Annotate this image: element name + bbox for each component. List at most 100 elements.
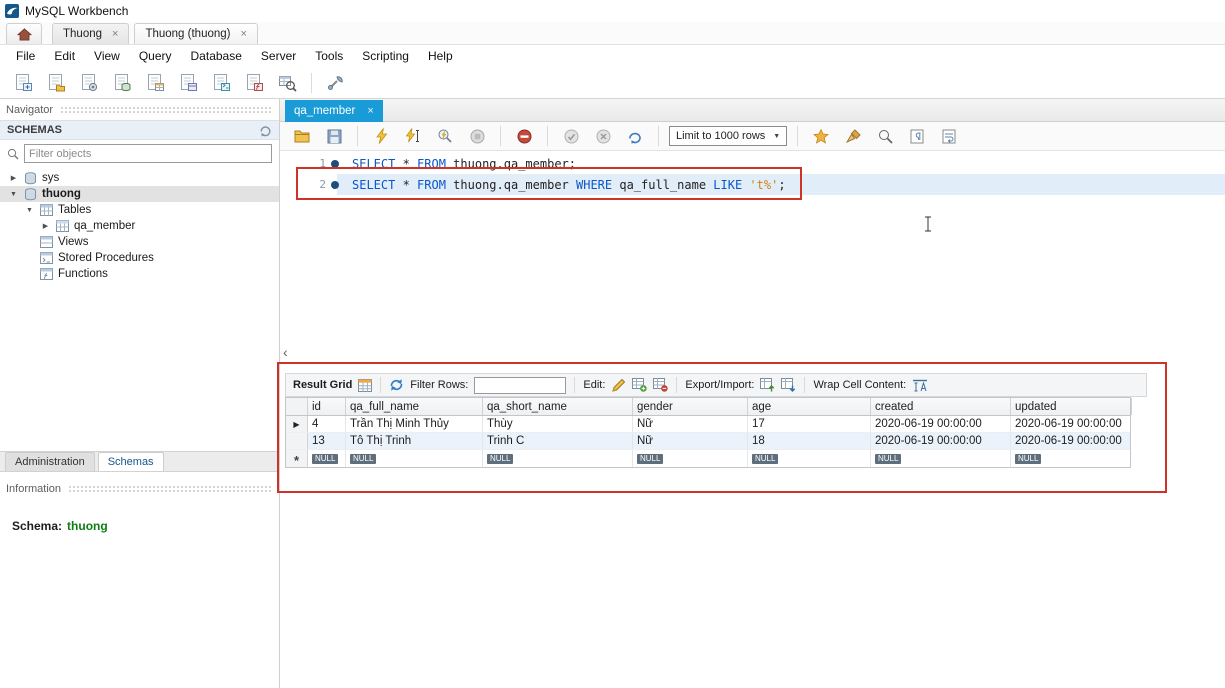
open-script-button[interactable] (289, 124, 315, 149)
invisible-chars-toggle[interactable] (904, 124, 930, 149)
expand-icon[interactable]: ▶ (8, 174, 19, 182)
cell-qa-full-name[interactable]: Trần Thị Minh Thủy (346, 416, 483, 432)
menu-edit[interactable]: Edit (45, 46, 85, 66)
cell-updated[interactable]: NULL (1011, 450, 1132, 467)
cell-gender[interactable]: Nữ (633, 433, 748, 449)
row-selector[interactable]: ▶ (286, 416, 308, 432)
delete-row-icon[interactable] (653, 378, 669, 392)
search-table-data-button[interactable] (274, 70, 300, 95)
new-sql-tab-button[interactable] (10, 70, 36, 95)
explain-button[interactable] (432, 124, 458, 149)
create-function-button[interactable] (241, 70, 267, 95)
close-icon[interactable]: × (367, 105, 373, 117)
cell-id[interactable]: NULL (308, 450, 346, 467)
col-header-created[interactable]: created (871, 398, 1011, 415)
cell-updated[interactable]: 2020-06-19 00:00:00 (1011, 416, 1132, 432)
commit-button[interactable] (558, 124, 584, 149)
tree-item-thuong[interactable]: ▼ thuong (0, 186, 279, 202)
doc-tab-thuong[interactable]: Thuong × (52, 23, 130, 44)
save-script-button[interactable] (321, 124, 347, 149)
cell-created[interactable]: 2020-06-19 00:00:00 (871, 433, 1011, 449)
sql-line-2[interactable]: 2 SELECT * FROM thuong.qa_member WHERE q… (280, 174, 1225, 195)
sql-code-editor[interactable]: 1 SELECT * FROM thuong.qa_member; 2 SELE… (280, 151, 1225, 351)
find-button[interactable] (872, 124, 898, 149)
menu-file[interactable]: File (7, 46, 45, 66)
create-schema-button[interactable] (109, 70, 135, 95)
stop-button[interactable] (464, 124, 490, 149)
filter-rows-input[interactable] (474, 376, 567, 394)
tree-item-views[interactable]: Views (0, 234, 279, 250)
execute-button[interactable] (368, 124, 394, 149)
query-tab-qa-member[interactable]: qa_member × (285, 100, 383, 122)
insert-row-icon[interactable] (632, 378, 648, 392)
col-header-updated[interactable]: updated (1011, 398, 1132, 415)
cell-qa-full-name[interactable]: NULL (346, 450, 483, 467)
doc-tab-thuong-thuong[interactable]: Thuong (thuong) × (134, 23, 258, 44)
col-header-qa-full-name[interactable]: qa_full_name (346, 398, 483, 415)
create-view-button[interactable] (175, 70, 201, 95)
limit-rows-dropdown[interactable]: Limit to 1000 rows ▼ (669, 126, 788, 146)
inspector-button[interactable] (76, 70, 102, 95)
menu-scripting[interactable]: Scripting (353, 46, 419, 66)
cell-qa-full-name[interactable]: Tô Thị Trinh (346, 433, 483, 449)
cell-age[interactable]: NULL (748, 450, 871, 467)
col-header-age[interactable]: age (748, 398, 871, 415)
tree-item-stored-procedures[interactable]: Stored Procedures (0, 250, 279, 266)
cell-age[interactable]: 17 (748, 416, 871, 432)
col-header-id[interactable]: id (308, 398, 346, 415)
create-table-button[interactable] (142, 70, 168, 95)
menu-view[interactable]: View (85, 46, 130, 66)
col-header-selector[interactable] (286, 398, 308, 415)
wrap-text-toggle[interactable] (936, 124, 962, 149)
menu-server[interactable]: Server (252, 46, 306, 66)
cell-qa-short-name[interactable]: Trinh C (483, 433, 633, 449)
menu-help[interactable]: Help (419, 46, 463, 66)
cell-id[interactable]: 13 (308, 433, 346, 449)
collapse-icon[interactable]: ▼ (8, 191, 19, 198)
stop-on-error-toggle[interactable] (511, 124, 537, 149)
panel-collapse-arrow[interactable]: ‹ (283, 345, 288, 359)
cell-gender[interactable]: NULL (633, 450, 748, 467)
menu-tools[interactable]: Tools (306, 46, 353, 66)
home-tab[interactable] (6, 23, 42, 44)
create-procedure-button[interactable] (208, 70, 234, 95)
row-selector[interactable]: * (286, 450, 308, 467)
col-header-gender[interactable]: gender (633, 398, 748, 415)
refresh-results-icon[interactable] (389, 378, 404, 392)
cell-gender[interactable]: Nữ (633, 416, 748, 432)
close-icon[interactable]: × (241, 28, 247, 40)
wrap-cell-content-icon[interactable] (912, 379, 928, 392)
execute-current-button[interactable] (400, 124, 426, 149)
cell-created[interactable]: NULL (871, 450, 1011, 467)
expand-icon[interactable]: ▶ (40, 222, 51, 230)
import-records-icon[interactable] (781, 378, 796, 392)
edit-record-icon[interactable] (611, 378, 626, 393)
cell-created[interactable]: 2020-06-19 00:00:00 (871, 416, 1011, 432)
sql-line-1[interactable]: 1 SELECT * FROM thuong.qa_member; (280, 153, 1225, 174)
autocommit-toggle[interactable] (622, 124, 648, 149)
result-grid-icon[interactable] (358, 378, 373, 392)
menu-database[interactable]: Database (182, 46, 252, 66)
close-icon[interactable]: × (112, 28, 118, 40)
filter-objects-input[interactable] (24, 144, 272, 163)
tree-item-functions[interactable]: Functions (0, 266, 279, 282)
collapse-icon[interactable]: ▼ (24, 207, 35, 214)
cell-qa-short-name[interactable]: NULL (483, 450, 633, 467)
tab-schemas[interactable]: Schemas (97, 452, 164, 471)
rollback-button[interactable] (590, 124, 616, 149)
tree-item-sys[interactable]: ▶ sys (0, 170, 279, 186)
tree-item-qa-member[interactable]: ▶ qa_member (0, 218, 279, 234)
open-sql-script-button[interactable] (43, 70, 69, 95)
utility-button[interactable] (323, 70, 349, 95)
menu-query[interactable]: Query (130, 46, 182, 66)
tree-item-tables[interactable]: ▼ Tables (0, 202, 279, 218)
cell-id[interactable]: 4 (308, 416, 346, 432)
beautify-button[interactable] (808, 124, 834, 149)
cell-updated[interactable]: 2020-06-19 00:00:00 (1011, 433, 1132, 449)
export-results-icon[interactable] (760, 378, 775, 392)
clean-button[interactable] (840, 124, 866, 149)
refresh-schemas-icon[interactable] (259, 124, 272, 137)
cell-qa-short-name[interactable]: Thùy (483, 416, 633, 432)
col-header-qa-short-name[interactable]: qa_short_name (483, 398, 633, 415)
cell-age[interactable]: 18 (748, 433, 871, 449)
